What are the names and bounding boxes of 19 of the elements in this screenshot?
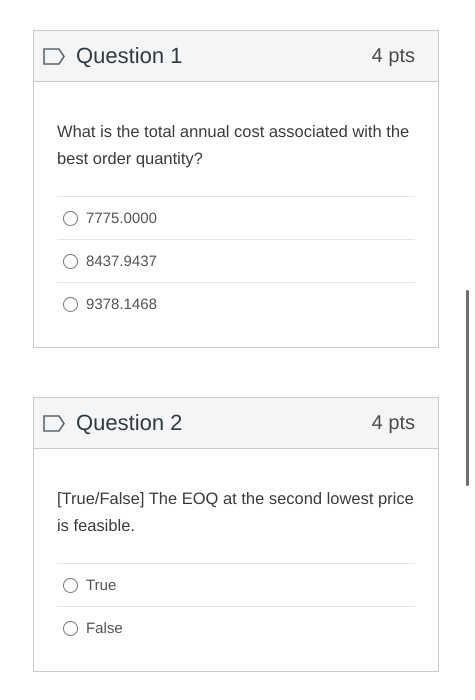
flag-icon[interactable] bbox=[43, 414, 65, 432]
answer-label[interactable]: False bbox=[86, 620, 123, 636]
question-title: Question 2 bbox=[76, 410, 184, 436]
flag-icon[interactable] bbox=[43, 48, 65, 64]
question-text: What is the total annual cost associated with the best order quantity? bbox=[57, 122, 410, 170]
question-title: Question 1 bbox=[76, 43, 184, 69]
answer-label[interactable]: True bbox=[86, 576, 116, 594]
answer-label[interactable]: 8437.9437 bbox=[86, 252, 157, 270]
radio-button[interactable] bbox=[63, 210, 78, 226]
radio-button[interactable] bbox=[63, 296, 78, 312]
radio-button[interactable] bbox=[63, 578, 78, 592]
points-label: 4 pts bbox=[372, 44, 415, 68]
question-text: [True/False] The EOQ at the second lowest price is feasible. bbox=[57, 489, 415, 537]
answer-label[interactable]: 7775.0000 bbox=[86, 210, 157, 226]
radio-button[interactable] bbox=[63, 620, 78, 636]
answer-label[interactable]: 9378.1468 bbox=[86, 296, 157, 312]
radio-button[interactable] bbox=[63, 254, 78, 268]
points-label: 4 pts bbox=[372, 412, 415, 434]
scrollbar-thumb[interactable] bbox=[466, 290, 469, 486]
